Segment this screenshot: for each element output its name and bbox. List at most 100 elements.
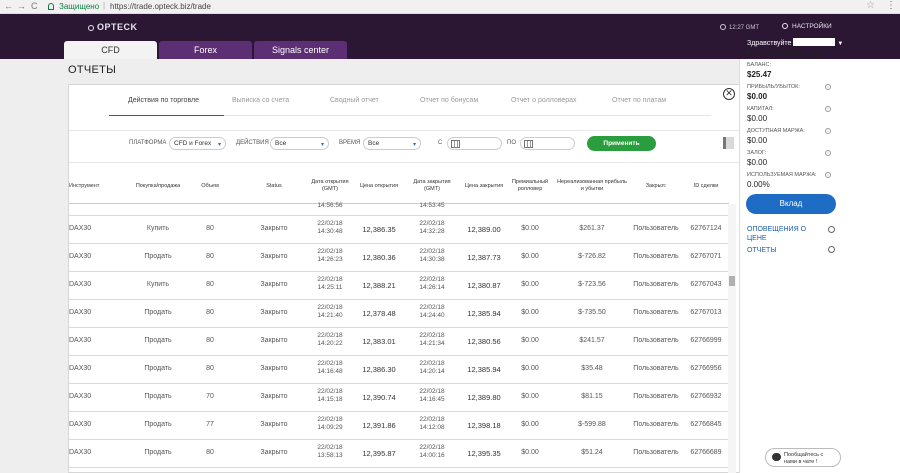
tab-bonus-report[interactable]: Отчет по бонусам — [420, 97, 478, 104]
tab-fees-report[interactable]: Отчет по платам — [612, 97, 666, 104]
info-icon[interactable]: i — [825, 172, 831, 178]
table-cell-trade-id: 62766845 — [690, 421, 722, 428]
date-from-input[interactable] — [447, 137, 502, 150]
close-time: 14:21:34 — [419, 340, 445, 347]
logo-mark-icon — [88, 25, 94, 31]
col-open-date[interactable]: Дата открытия (GMT) — [305, 179, 355, 193]
reports-chart-icon[interactable] — [828, 246, 835, 253]
open-date: 22/02/18 — [317, 248, 343, 255]
info-icon[interactable]: i — [825, 150, 831, 156]
logo[interactable]: OPTECK — [88, 22, 138, 32]
table-cell-volume: 80 — [206, 309, 214, 316]
col-open-price[interactable]: Цена открытия — [358, 183, 400, 190]
chevron-down-icon: ▾ — [217, 142, 221, 148]
table-cell-pnl: $241.57 — [579, 337, 605, 344]
table-cell-open-date: 22/02/18 14:09:29 — [305, 416, 355, 432]
alarm-clock-icon[interactable] — [828, 226, 835, 233]
table-cell-closed-by: Пользователь — [633, 365, 679, 372]
tab-trading-actions[interactable]: Действия по торговле — [128, 97, 199, 104]
table-cell-side: Продать — [144, 449, 172, 456]
table-cell-instrument: DAX30 — [69, 309, 92, 316]
capital-value: $0.00 — [747, 114, 768, 123]
chat-line-2: нами в чате ! — [784, 459, 818, 465]
calendar-icon[interactable] — [524, 140, 533, 148]
table-cell-side: Продать — [144, 309, 172, 316]
col-close-date[interactable]: Дата закрытия (GMT) — [407, 179, 457, 193]
export-excel-icon[interactable] — [723, 137, 734, 149]
col-rollover[interactable]: Премиальный ролловер — [509, 179, 551, 193]
date-to-input[interactable] — [520, 137, 575, 150]
user-greeting[interactable]: Здравствуйте ▼ — [747, 38, 843, 47]
table-cell-side: Продать — [144, 337, 172, 344]
table-cell-close-price: 12,380.56 — [467, 337, 501, 346]
table-cell-close-price: 12,389.80 — [467, 393, 501, 402]
bookmark-star-icon[interactable]: ☆ — [866, 0, 875, 11]
table-cell-volume: 80 — [206, 225, 214, 232]
tab-rollover-report[interactable]: Отчет о ролловерах — [511, 97, 577, 104]
close-time: 14:16:45 — [419, 396, 445, 403]
table-cell-closed-by: Пользователь — [633, 393, 679, 400]
table-cell-side: Купить — [146, 225, 170, 232]
close-date: 22/02/18 — [419, 416, 445, 423]
col-side[interactable]: Покупка/продажа — [127, 183, 189, 190]
browser-menu-icon[interactable]: ⋮ — [886, 0, 896, 11]
live-chat-button[interactable]: Пообщайтесь с нами в чате ! — [765, 448, 841, 467]
pnl-value: $0.00 — [747, 92, 768, 101]
action-label: ДЕЙСТВИЯ — [236, 140, 269, 146]
deposit-button[interactable]: Вклад — [746, 194, 836, 214]
col-volume[interactable]: Объем — [195, 183, 225, 190]
report-panel: Действия по торговле Выписка со счета Св… — [68, 84, 740, 473]
col-instrument[interactable]: Инструмент — [69, 183, 107, 190]
table-cell-close-price: 12,389.00 — [467, 225, 501, 234]
scrollbar[interactable] — [728, 204, 736, 473]
table-cell-open-date: 22/02/18 14:26:23 — [305, 248, 355, 264]
tab-summary-report[interactable]: Сводный отчет — [330, 97, 379, 104]
table-cell-open-date: 22/02/18 13:58:13 — [305, 444, 355, 460]
tab-signals-center[interactable]: Signals center — [254, 41, 347, 59]
calendar-icon[interactable] — [451, 140, 460, 148]
close-icon[interactable]: ✕ — [723, 88, 735, 100]
col-close-price[interactable]: Цена закрытия — [463, 183, 505, 190]
open-date: 22/02/18 — [317, 416, 343, 423]
col-trade-id[interactable]: ID сделки — [681, 183, 731, 190]
table-cell-closed-by: Пользователь — [633, 421, 679, 428]
tab-cfd[interactable]: CFD — [64, 41, 157, 59]
col-closed-by[interactable]: Закрыл: — [631, 183, 681, 190]
table-cell-close-date: 22/02/18 14:26:14 — [407, 276, 457, 292]
back-arrow-icon[interactable]: ← — [4, 1, 13, 11]
col-unrealized-pnl[interactable]: Нереализованная прибыль и убытки — [557, 179, 627, 193]
logo-text: OPTECK — [97, 22, 138, 32]
table-cell-volume: 80 — [206, 281, 214, 288]
settings-link[interactable]: НАСТРОЙКИ — [782, 23, 832, 30]
table-cell-rollover: $0.00 — [521, 393, 539, 400]
apply-button[interactable]: Применить — [587, 136, 656, 151]
table-cell-trade-id: 62766999 — [690, 337, 722, 344]
table-cell-status: Закрыто — [260, 337, 288, 344]
info-icon[interactable]: i — [825, 128, 831, 134]
lock-icon — [48, 3, 54, 10]
close-time: 14:30:38 — [419, 256, 445, 263]
reports-link[interactable]: ОТЧЕТЫ — [747, 247, 777, 254]
close-time: 14:12:08 — [419, 424, 445, 431]
table-cell-open-date: 14:56:56 — [317, 202, 343, 209]
platform-select[interactable]: CFD и Forex ▾ — [169, 137, 226, 150]
tab-account-statement[interactable]: Выписка со счета — [232, 97, 289, 104]
time-value: Все — [368, 140, 380, 147]
reload-icon[interactable]: C — [31, 1, 38, 11]
table-cell-close-price: 12,387.73 — [467, 253, 501, 262]
scrollbar-thumb[interactable] — [729, 276, 735, 286]
forward-arrow-icon[interactable]: → — [17, 1, 26, 11]
address-separator: | — [103, 1, 106, 10]
info-icon[interactable]: i — [825, 84, 831, 90]
price-alerts-link[interactable]: ОПОВЕЩЕНИЯ О ЦЕНЕ — [747, 225, 825, 243]
table-cell-close-price: 12,385.94 — [467, 309, 501, 318]
time-select[interactable]: Все ▾ — [363, 137, 421, 150]
browser-toolbar: ← → C Защищено | https://trade.opteck.bi… — [0, 0, 900, 14]
close-date: 22/02/18 — [419, 332, 445, 339]
address-bar-url[interactable]: https://trade.opteck.biz/trade — [110, 2, 211, 11]
col-status[interactable]: Status — [259, 183, 289, 190]
info-icon[interactable]: i — [825, 106, 831, 112]
tab-forex[interactable]: Forex — [159, 41, 252, 59]
table-cell-volume: 80 — [206, 337, 214, 344]
action-select[interactable]: Все ▾ — [270, 137, 329, 150]
